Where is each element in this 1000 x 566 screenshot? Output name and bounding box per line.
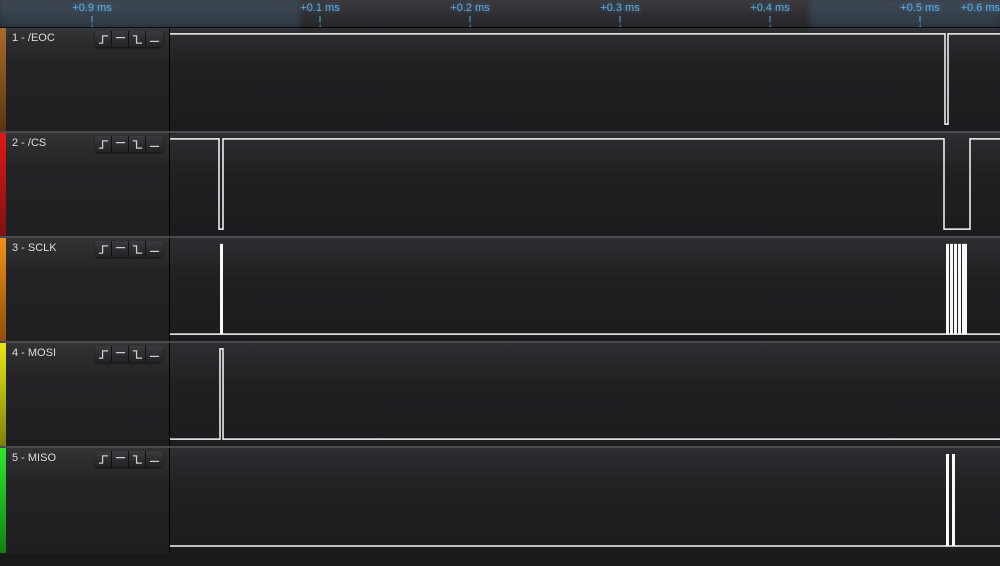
waveform-area-cs[interactable]: [170, 133, 1000, 236]
trigger-rising-button[interactable]: [95, 136, 112, 152]
trigger-low-button[interactable]: [146, 346, 163, 362]
tick-label: +0.6 ms: [961, 2, 1000, 14]
trigger-rising-button[interactable]: [95, 451, 112, 467]
channel-header[interactable]: 1 - /EOC: [6, 28, 170, 131]
trigger-low-button[interactable]: [146, 136, 163, 152]
channel-header[interactable]: 2 - /CS: [6, 133, 170, 236]
trigger-rising-button[interactable]: [95, 241, 112, 257]
trigger-high-button[interactable]: [112, 136, 129, 152]
channel-row-miso: 5 - MISO: [0, 448, 1000, 553]
trigger-low-button[interactable]: [146, 31, 163, 47]
trigger-low-button[interactable]: [146, 241, 163, 257]
trigger-low-button[interactable]: [146, 451, 163, 467]
waveform-area-eoc[interactable]: [170, 28, 1000, 131]
tick-arrow: ↓: [318, 22, 322, 28]
trigger-button-group: [95, 136, 163, 152]
trigger-falling-button[interactable]: [129, 451, 146, 467]
trigger-high-button[interactable]: [112, 241, 129, 257]
channel-row-eoc: 1 - /EOC: [0, 28, 1000, 133]
trigger-falling-button[interactable]: [129, 136, 146, 152]
trigger-button-group: [95, 346, 163, 362]
waveform-area-mosi[interactable]: [170, 343, 1000, 446]
trigger-high-button[interactable]: [112, 31, 129, 47]
tick-label: +0.4 ms: [750, 2, 789, 14]
trigger-button-group: [95, 31, 163, 47]
trigger-falling-button[interactable]: [129, 31, 146, 47]
channel-row-sclk: 3 - SCLK: [0, 238, 1000, 343]
channel-row-mosi: 4 - MOSI: [0, 343, 1000, 448]
trigger-rising-button[interactable]: [95, 31, 112, 47]
channels-container: 1 - /EOC 2 - /CS: [0, 28, 1000, 566]
trigger-high-button[interactable]: [112, 346, 129, 362]
trigger-button-group: [95, 451, 163, 467]
ruler-blur-left: [0, 0, 300, 28]
tick-label: +0.2 ms: [450, 2, 489, 14]
trigger-falling-button[interactable]: [129, 241, 146, 257]
channel-header[interactable]: 5 - MISO: [6, 448, 170, 553]
trigger-high-button[interactable]: [112, 451, 129, 467]
tick-arrow: ↓: [768, 22, 772, 28]
tick-label: +0.1 ms: [300, 2, 339, 14]
tick-arrow: ↓: [918, 22, 922, 28]
channel-header[interactable]: 4 - MOSI: [6, 343, 170, 446]
trigger-button-group: [95, 241, 163, 257]
tick-label: +0.9 ms: [72, 2, 111, 14]
time-ruler[interactable]: +0.9 ms ↓ +0.1 ms ↓ +0.2 ms ↓ +0.3 ms ↓ …: [0, 0, 1000, 28]
tick-arrow: ↓: [468, 22, 472, 28]
tick-arrow: ↓: [90, 22, 94, 28]
tick-arrow: ↓: [618, 22, 622, 28]
tick-label: +0.3 ms: [600, 2, 639, 14]
channel-row-cs: 2 - /CS: [0, 133, 1000, 238]
waveform-area-miso[interactable]: [170, 448, 1000, 553]
trigger-rising-button[interactable]: [95, 346, 112, 362]
trigger-falling-button[interactable]: [129, 346, 146, 362]
channel-header[interactable]: 3 - SCLK: [6, 238, 170, 341]
waveform-area-sclk[interactable]: [170, 238, 1000, 341]
tick-label: +0.5 ms: [900, 2, 939, 14]
